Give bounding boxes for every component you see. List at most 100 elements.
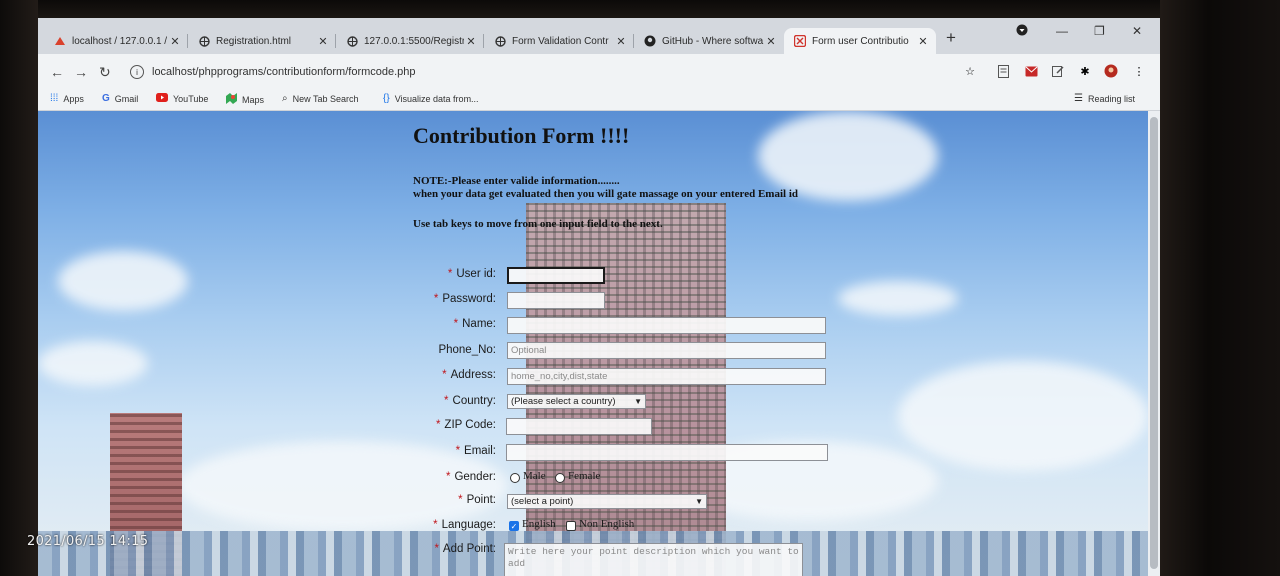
reload-icon[interactable]: ↻ [99,64,111,81]
page-content: Contribution Form !!!! NOTE:-Please ente… [38,111,1148,576]
tab-live-server[interactable]: 127.0.0.1:5500/Registr ✕ [336,28,484,54]
notes-extension-icon[interactable] [996,64,1010,78]
tab-github[interactable]: GitHub - Where softwa ✕ [634,28,784,54]
star-bookmark-icon[interactable]: ☆ [963,64,977,78]
tab-title: Form user Contributio [812,35,909,47]
tab-title: GitHub - Where softwa [662,35,764,47]
photo-timestamp: 2021/06/15 14:15 [27,534,149,549]
bookmark-youtube[interactable]: YouTube [156,93,208,105]
monitor-bezel-left [0,0,38,576]
close-icon[interactable]: ✕ [916,35,930,48]
user-id-label: * User id: [448,268,496,280]
gender-label: * Gender: [446,471,496,483]
password-label: * Password: [434,293,496,305]
label-text: Phone_No: [438,344,496,356]
note-line: when your data get evaluated then you wi… [413,188,799,200]
globe-icon [198,35,210,47]
tab-form-user-contribution[interactable]: Form user Contributio ✕ [784,28,936,54]
gender-female-label: Female [568,470,601,482]
required-mark: * [453,318,459,330]
menu-kebab-icon[interactable]: ⋮ [1132,64,1146,78]
profile-avatar-icon[interactable] [1104,64,1118,78]
password-input[interactable] [507,292,605,309]
apps-grid-icon: ⁞⁞⁞ [50,93,59,104]
label-text: Gender: [454,471,496,483]
phone-input[interactable] [507,342,826,359]
xampp-icon [794,35,806,47]
label-text: Add Point: [442,543,496,555]
required-mark: * [458,494,463,506]
tab-form-validation[interactable]: Form Validation Contr ✕ [484,28,634,54]
label-text: Email: [464,445,496,457]
profile-download-icon[interactable] [1016,24,1028,39]
tab-registration[interactable]: Registration.html ✕ [188,28,336,54]
zip-input[interactable] [506,418,652,435]
address-input[interactable] [507,368,826,385]
name-input[interactable] [507,317,826,334]
chevron-down-icon: ▼ [634,397,642,406]
close-icon[interactable]: ✕ [614,35,628,48]
required-mark: * [433,293,439,305]
language-english-checkbox[interactable]: ✓ [509,521,519,531]
address-label: * Address: [442,369,496,381]
required-mark: * [442,369,447,381]
close-icon[interactable]: ✕ [464,35,478,48]
background-cloud [838,281,958,316]
note-text: NOTE:-Please enter valide information...… [413,175,798,201]
select-value: (select a point) [511,496,574,507]
edit-extension-icon[interactable] [1051,64,1065,78]
minimize-icon[interactable]: — [1056,24,1068,38]
mail-extension-icon[interactable] [1024,64,1038,78]
email-input[interactable] [506,444,828,461]
youtube-icon [156,93,168,105]
point-select[interactable]: (select a point) ▼ [507,494,707,509]
label-text: Name: [462,318,496,330]
close-icon[interactable]: ✕ [764,35,778,48]
chevron-down-icon: ▼ [695,497,703,506]
add-point-label: * Add Point: [434,543,496,555]
tab-instruction: Use tab keys to move from one input fiel… [413,218,663,230]
close-icon[interactable]: ✕ [168,35,182,48]
bookmark-new-tab-search[interactable]: ⌕ New Tab Search [282,93,358,104]
browser-toolbar: ← → ↻ i localhost/phpprograms/contributi… [38,54,1160,90]
tab-title: localhost / 127.0.0.1 / [72,35,168,47]
bookmark-visualize-data[interactable]: {} Visualize data from... [383,93,479,104]
info-icon[interactable]: i [130,65,144,79]
tab-title: 127.0.0.1:5500/Registr [364,35,464,47]
forward-arrow-icon[interactable]: → [74,64,88,80]
label-text: ZIP Code: [444,419,496,431]
label-text: Point: [466,494,496,506]
reading-list-button[interactable]: ☰ Reading list [1074,93,1135,104]
language-non-english-checkbox[interactable] [566,521,576,531]
background-cloud [58,251,188,311]
search-icon: ⌕ [282,93,288,104]
tab-phpmyadmin[interactable]: localhost / 127.0.0.1 / ✕ [44,28,188,54]
restore-icon[interactable]: ❐ [1094,24,1105,38]
user-id-input[interactable] [507,267,605,284]
gender-female-radio[interactable] [555,473,565,483]
bookmark-apps[interactable]: ⁞⁞⁞ Apps [50,93,84,104]
bookmark-maps[interactable]: Maps [226,93,264,107]
required-mark: * [447,268,453,280]
country-select[interactable]: (Please select a country) ▼ [507,394,646,409]
background-cloud [38,341,148,386]
code-braces-icon: {} [383,93,390,104]
tab-strip: localhost / 127.0.0.1 / ✕ Registration.h… [38,18,1160,54]
language-non-english-label: Non English [579,518,635,530]
point-label: * Point: [458,494,496,506]
gender-male-radio[interactable] [510,473,520,483]
close-window-icon[interactable]: ✕ [1132,24,1142,38]
add-point-textarea[interactable]: Write here your point description which … [504,543,803,576]
puzzle-extensions-icon[interactable]: ✱ [1078,64,1092,78]
bookmark-gmail[interactable]: G Gmail [102,93,138,104]
required-mark: * [434,543,439,555]
close-icon[interactable]: ✕ [316,35,330,48]
back-arrow-icon[interactable]: ← [50,64,64,80]
address-bar[interactable]: i localhost/phpprograms/contributionform… [124,60,954,84]
required-mark: * [444,395,449,407]
vertical-scrollbar[interactable] [1148,111,1160,576]
scrollbar-thumb[interactable] [1150,117,1158,569]
new-tab-button[interactable]: + [946,28,956,48]
required-mark: * [433,519,438,531]
phpmyadmin-icon [54,35,66,47]
